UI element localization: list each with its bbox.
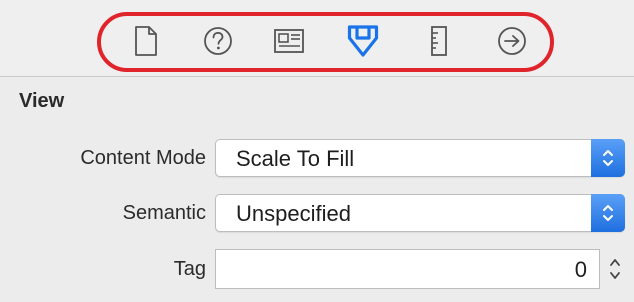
section-title: View [19,90,65,112]
tag-input[interactable]: 0 [215,249,600,289]
attributes-inspector-icon[interactable] [346,24,380,58]
semantic-value: Unspecified [236,201,351,226]
popup-arrows-icon [591,194,625,232]
connections-inspector-icon[interactable] [495,24,529,58]
size-inspector-icon[interactable] [422,24,456,58]
content-mode-popup[interactable]: Scale To Fill [215,139,625,177]
tag-stepper[interactable] [604,249,626,289]
highlight-annotation [97,12,554,72]
quick-help-icon[interactable] [201,24,235,58]
file-inspector-icon[interactable] [129,24,163,58]
tag-value: 0 [574,257,587,282]
identity-inspector-icon[interactable] [272,24,306,58]
tag-label: Tag [173,258,206,280]
inspector-toolbar [0,0,634,77]
content-mode-value: Scale To Fill [236,146,355,171]
semantic-label: Semantic [122,202,206,224]
semantic-popup[interactable]: Unspecified [215,194,625,232]
content-mode-label: Content Mode [80,147,206,169]
popup-arrows-icon [591,139,625,177]
